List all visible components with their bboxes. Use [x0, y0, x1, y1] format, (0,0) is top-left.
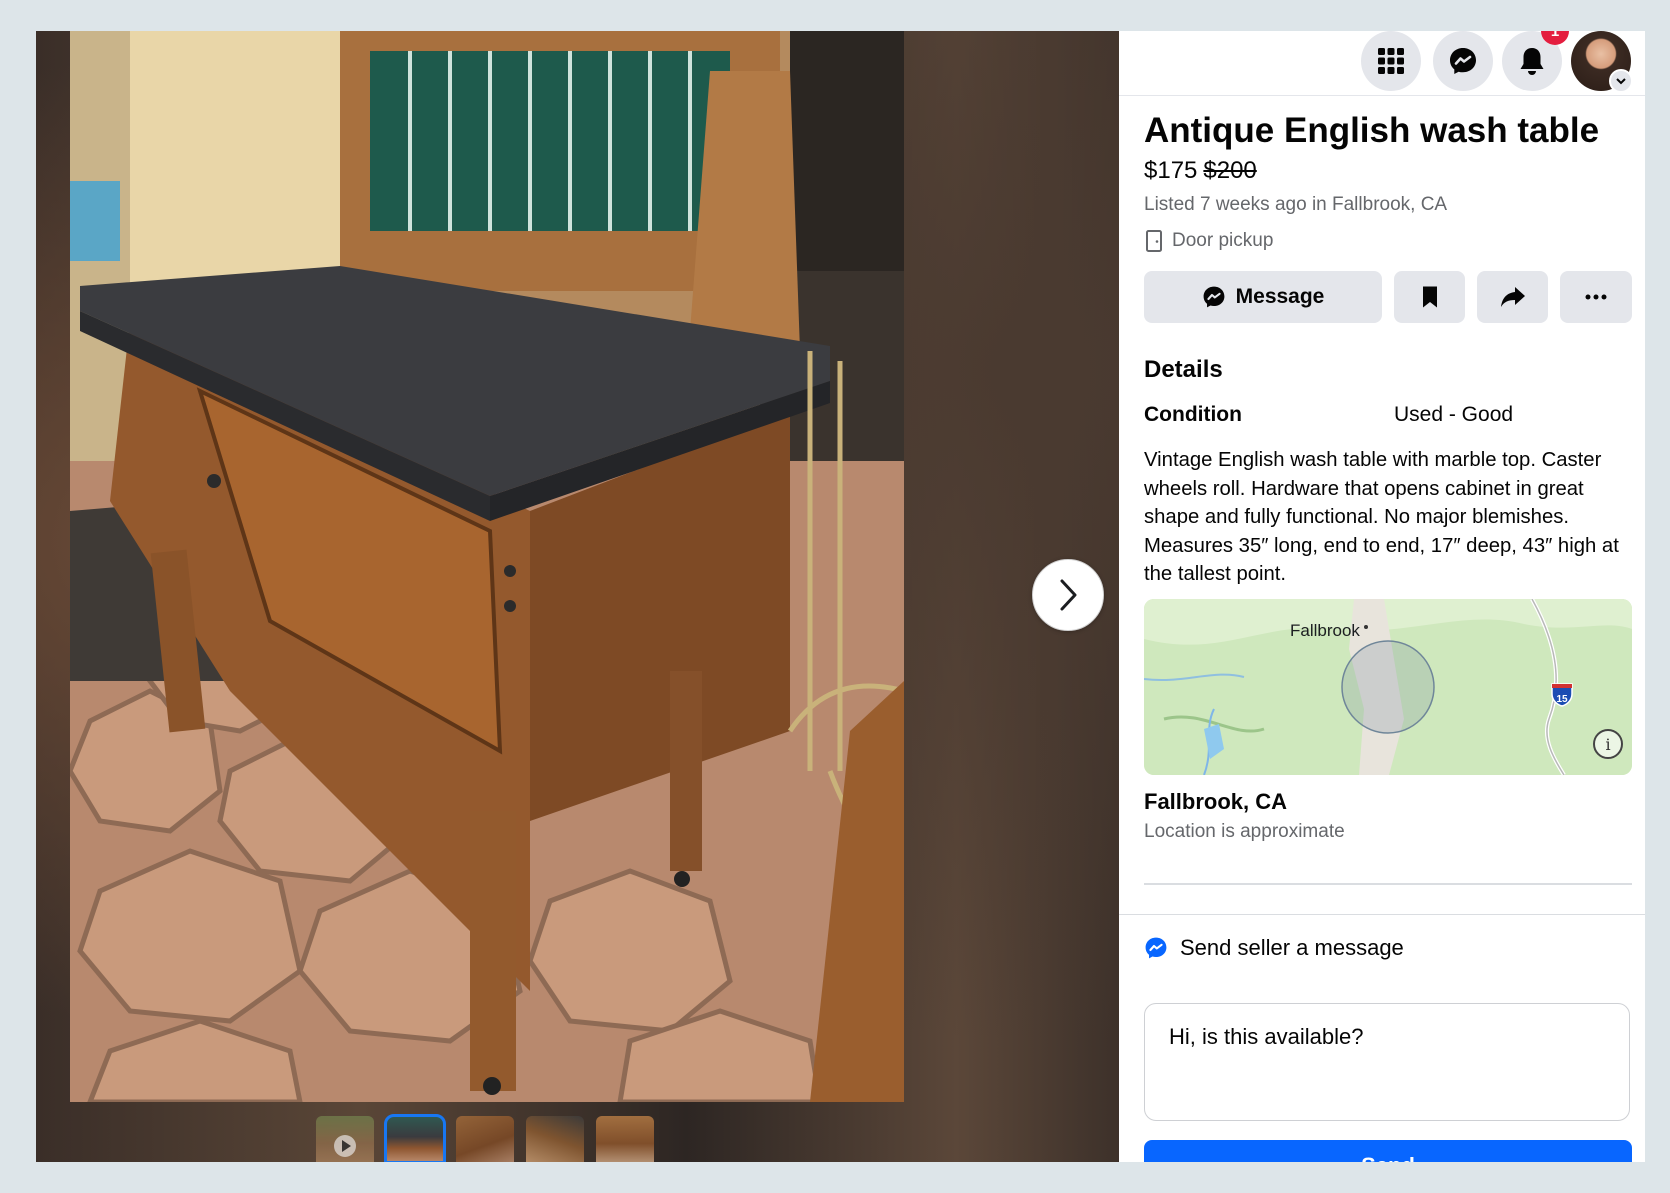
- thumbnail-strip: [316, 1114, 654, 1162]
- map-city-label: Fallbrook: [1290, 621, 1360, 640]
- thumbnail[interactable]: [596, 1116, 654, 1162]
- play-icon: [334, 1135, 356, 1157]
- listing-meta: Listed 7 weeks ago in Fallbrook, CA: [1144, 194, 1448, 215]
- messenger-icon: [1145, 937, 1167, 959]
- action-buttons: Message: [1144, 271, 1632, 323]
- condition-value: Used - Good: [1394, 403, 1514, 426]
- share-button[interactable]: [1477, 271, 1548, 323]
- listing-photo[interactable]: [70, 31, 904, 1102]
- profile-avatar[interactable]: [1571, 31, 1633, 93]
- pickup-label: Door pickup: [1172, 230, 1274, 251]
- save-button[interactable]: [1394, 271, 1465, 323]
- thumbnail[interactable]: [526, 1116, 584, 1162]
- chevron-right-icon: [1060, 579, 1077, 611]
- message-input[interactable]: Hi, is this available?: [1144, 1003, 1630, 1121]
- menu-button[interactable]: [1361, 31, 1421, 91]
- section-divider: [1144, 883, 1632, 885]
- messenger-icon: [1450, 48, 1476, 74]
- listing-title: Antique English wash table: [1144, 111, 1600, 150]
- door-icon: [1146, 230, 1162, 252]
- map-info-icon[interactable]: i: [1593, 729, 1623, 759]
- share-icon: [1500, 287, 1525, 307]
- menu-grid-icon: [1378, 48, 1404, 74]
- message-button[interactable]: Message: [1144, 271, 1382, 323]
- top-navigation-bar: 1: [1119, 31, 1645, 96]
- location-map[interactable]: 15 Fallbrook i: [1144, 599, 1632, 775]
- more-dots-icon: [1585, 294, 1607, 300]
- original-price: $200: [1203, 157, 1257, 184]
- message-button-label: Message: [1235, 285, 1325, 308]
- listing-description: Vintage English wash table with marble t…: [1144, 449, 1619, 585]
- thumbnail-video[interactable]: [316, 1116, 374, 1162]
- thumbnail-active[interactable]: [384, 1114, 446, 1162]
- condition-label: Condition: [1144, 403, 1242, 426]
- messenger-icon: [1203, 286, 1225, 308]
- media-viewer: [36, 31, 1119, 1162]
- location-name: Fallbrook, CA: [1144, 789, 1288, 814]
- bookmark-icon: [1422, 286, 1437, 308]
- highway-shield-label: 15: [1556, 694, 1568, 705]
- next-photo-button[interactable]: [1032, 559, 1104, 631]
- more-options-button[interactable]: [1560, 271, 1632, 323]
- message-box-title: Send seller a message: [1180, 935, 1404, 960]
- map-image: 15: [1144, 599, 1632, 775]
- message-box-heading: Send seller a message: [1144, 935, 1404, 961]
- pickup-option: Door pickup: [1144, 229, 1273, 253]
- chevron-down-icon: [1609, 69, 1633, 93]
- thumbnail[interactable]: [456, 1116, 514, 1162]
- send-button[interactable]: Send: [1144, 1140, 1632, 1162]
- messenger-button[interactable]: [1433, 31, 1493, 91]
- bell-icon: [1520, 48, 1544, 75]
- listing-photo-image: [70, 31, 904, 1102]
- message-seller-box: Send seller a message Hi, is this availa…: [1119, 914, 1645, 1162]
- details-heading: Details: [1144, 356, 1223, 383]
- listing-panel: 1 Antique English wash table $175 $200 Li…: [1119, 31, 1645, 1162]
- location-note: Location is approximate: [1144, 821, 1345, 842]
- current-price: $175: [1144, 157, 1198, 184]
- listing-price: $175 $200: [1144, 157, 1257, 185]
